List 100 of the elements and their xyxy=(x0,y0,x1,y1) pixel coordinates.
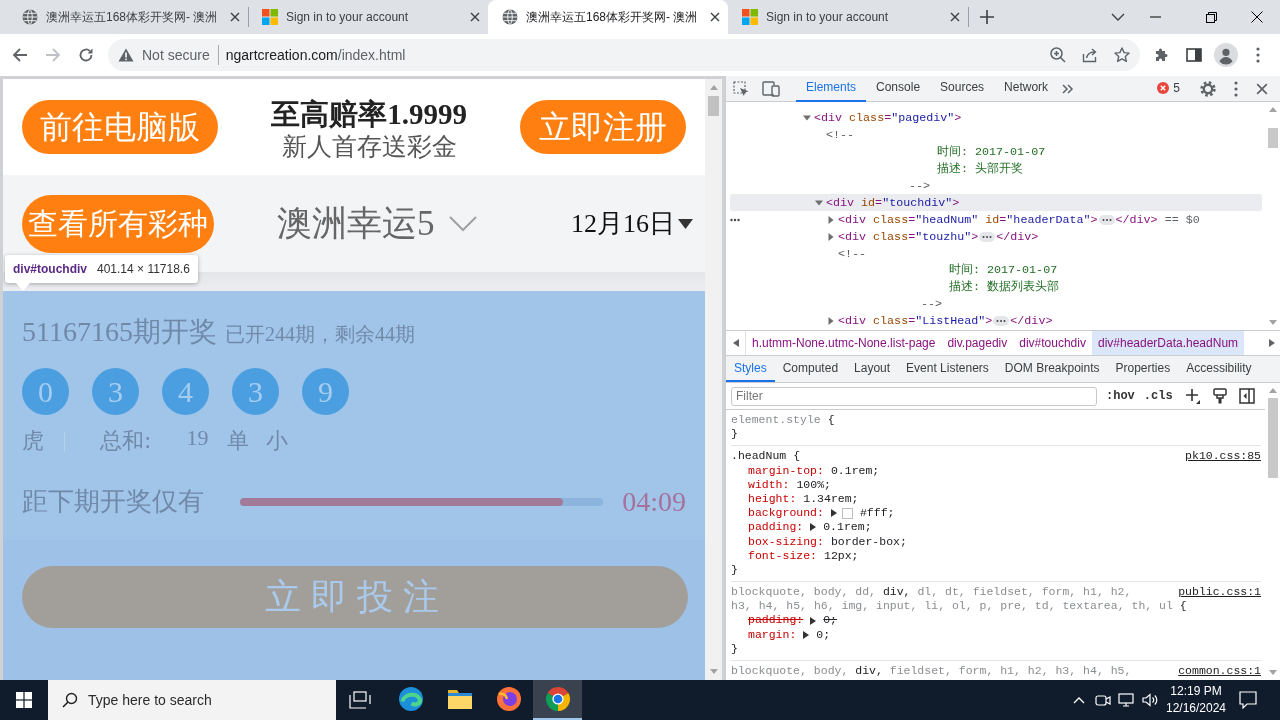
taskbar-app[interactable] xyxy=(533,680,582,720)
devtools-tab[interactable]: Elements xyxy=(796,75,867,102)
css-property[interactable]: background: xyxy=(748,506,824,521)
triangle-right-icon[interactable] xyxy=(810,523,817,532)
browser-tab[interactable]: 澳洲幸运五168体彩开奖网- 澳洲 xyxy=(8,0,248,34)
element-state-button[interactable]: :hov xyxy=(1106,388,1135,404)
sidebar-tab[interactable]: Layout xyxy=(846,356,899,382)
devtools-tab[interactable]: Console xyxy=(866,75,931,102)
browser-tab[interactable]: 澳洲幸运五168体彩开奖网- 澳洲 xyxy=(488,0,728,34)
html-comment[interactable]: <!-- xyxy=(826,128,855,143)
toggle-sidebar-button[interactable] xyxy=(1238,388,1255,404)
flame-globe-icon xyxy=(495,686,522,712)
html-open-tag[interactable]: <div id="touchdiv"> xyxy=(826,195,960,210)
profile-avatar-icon xyxy=(1214,43,1238,67)
html-comment[interactable]: <!-- xyxy=(838,246,867,261)
breadcrumb[interactable]: div.pagediv xyxy=(941,331,1014,355)
search-field[interactable]: Type here to search xyxy=(48,680,336,720)
sidebar-tab[interactable]: Styles xyxy=(726,356,775,382)
css-value[interactable]: 0.1rem; xyxy=(830,463,880,478)
html-comment[interactable]: --> xyxy=(909,179,931,193)
close-icon[interactable] xyxy=(950,12,960,22)
triangle-down-icon[interactable] xyxy=(803,114,811,123)
scrollbar[interactable] xyxy=(705,79,722,680)
sidebar-tab[interactable]: Properties xyxy=(1107,356,1179,382)
breadcrumb[interactable]: div#headerData.headNum xyxy=(1091,331,1245,355)
rendering-emulation-button[interactable] xyxy=(1212,388,1227,404)
html-open-tag[interactable]: <div class="touzhu"> xyxy=(838,229,979,244)
css-property[interactable]: margin-top: xyxy=(748,463,824,478)
triangle-right-icon[interactable] xyxy=(810,616,817,625)
html-comment[interactable]: 时间: 2017-01-07 xyxy=(949,263,1058,278)
close-icon[interactable] xyxy=(470,12,480,22)
scrollbar-thumb[interactable] xyxy=(708,96,719,116)
sidebar-tab[interactable]: Accessibility xyxy=(1178,356,1260,382)
html-comment[interactable]: 时间: 2017-01-07 xyxy=(937,145,1046,160)
scrollbar-thumb[interactable] xyxy=(1267,128,1278,148)
css-value[interactable]: 0.1rem; xyxy=(823,520,872,535)
css-value[interactable]: 1.34rem; xyxy=(803,491,859,507)
breadcrumb[interactable]: h.utmm-None.utmc-None.list-page xyxy=(746,331,942,355)
color-swatch-icon[interactable] xyxy=(841,507,853,519)
ellipsis-icon[interactable] xyxy=(1098,214,1115,225)
css-value[interactable]: border-box; xyxy=(830,534,907,549)
html-close-tag[interactable]: </div> xyxy=(1010,314,1053,329)
camera-icon xyxy=(1094,693,1111,707)
security-indicator[interactable]: Not secure xyxy=(118,46,210,64)
device-toolbar-button[interactable] xyxy=(762,80,780,97)
ellipsis-icon[interactable] xyxy=(979,231,996,242)
error-counter[interactable]: 5 xyxy=(1157,81,1180,96)
sidebar-tab[interactable]: Event Listeners xyxy=(898,356,997,382)
close-icon[interactable] xyxy=(710,12,720,22)
html-open-tag[interactable]: <div class="ListHead"> xyxy=(838,314,993,329)
triangle-down-icon[interactable] xyxy=(815,198,823,207)
css-property[interactable]: font-size: xyxy=(748,548,817,563)
html-close-tag[interactable]: </div> xyxy=(1115,212,1158,227)
ellipsis-icon[interactable] xyxy=(993,316,1010,327)
source-link[interactable]: pk10.css:85 xyxy=(1185,449,1261,464)
css-property[interactable]: margin: xyxy=(748,627,797,642)
source-link[interactable]: common.css:1 xyxy=(1178,664,1261,679)
css-value[interactable]: #fff; xyxy=(859,506,895,521)
address-bar[interactable]: Not secure ngartcreation.com/index.html xyxy=(108,39,1140,71)
sidebar-tab[interactable]: Computed xyxy=(774,356,847,382)
css-property[interactable]: padding: xyxy=(748,520,804,535)
caret-down-icon xyxy=(678,218,693,229)
clock[interactable]: 12:19 PM 12/16/2024 xyxy=(1162,680,1230,720)
html-comment[interactable]: 描述: 头部开奖 xyxy=(937,162,1024,177)
css-value[interactable]: 0; xyxy=(823,613,838,628)
filter-input[interactable]: Filter xyxy=(731,386,1097,406)
source-link[interactable]: public.css:1 xyxy=(1178,585,1261,600)
triangle-right-icon[interactable] xyxy=(830,509,837,518)
close-icon[interactable] xyxy=(230,12,240,22)
css-value[interactable]: 0; xyxy=(816,627,831,642)
css-property[interactable]: width: xyxy=(748,477,790,492)
browser-tab[interactable]: Sign in to your account xyxy=(248,0,488,34)
profile-button[interactable] xyxy=(1212,41,1240,69)
css-property[interactable]: box-sizing: xyxy=(748,534,824,549)
more-tabs-button[interactable] xyxy=(1062,83,1075,94)
inspect-element-button[interactable] xyxy=(733,80,749,97)
close-devtools-button[interactable] xyxy=(1256,82,1268,95)
settings-button[interactable] xyxy=(1200,80,1216,97)
browser-tab[interactable]: Sign in to your account xyxy=(728,0,968,34)
css-property[interactable]: padding: xyxy=(748,613,804,628)
html-comment[interactable]: 描述: 数据列表头部 xyxy=(949,280,1060,295)
class-toggle-button[interactable]: .cls xyxy=(1143,388,1173,404)
breadcrumb[interactable]: div#touchdiv xyxy=(1013,331,1092,355)
triangle-right-icon[interactable] xyxy=(803,630,810,639)
scrollbar-thumb[interactable] xyxy=(1267,398,1278,478)
sidebar-tab[interactable]: DOM Breakpoints xyxy=(996,356,1108,382)
html-close-tag[interactable]: </div> xyxy=(996,229,1039,244)
css-property[interactable]: height: xyxy=(748,491,797,507)
css-value[interactable]: 100%; xyxy=(796,477,831,492)
date-selector[interactable]: 12月16日 xyxy=(571,207,693,240)
html-comment[interactable]: --> xyxy=(921,297,943,312)
devtools-tab[interactable]: Network xyxy=(994,75,1059,102)
new-rule-button[interactable] xyxy=(1184,388,1201,404)
more-dots-icon[interactable] xyxy=(730,217,740,222)
devtools-tab[interactable]: Sources xyxy=(930,75,995,102)
html-open-tag[interactable]: <div class="headNum" id="headerData"> xyxy=(838,212,1098,227)
devtools-menu-button[interactable] xyxy=(1234,80,1238,97)
html-open-tag[interactable]: <div class="pagediv"> xyxy=(814,111,962,126)
css-value[interactable]: 12px; xyxy=(824,548,859,563)
game-selector[interactable]: 澳洲幸运5 xyxy=(277,202,477,245)
